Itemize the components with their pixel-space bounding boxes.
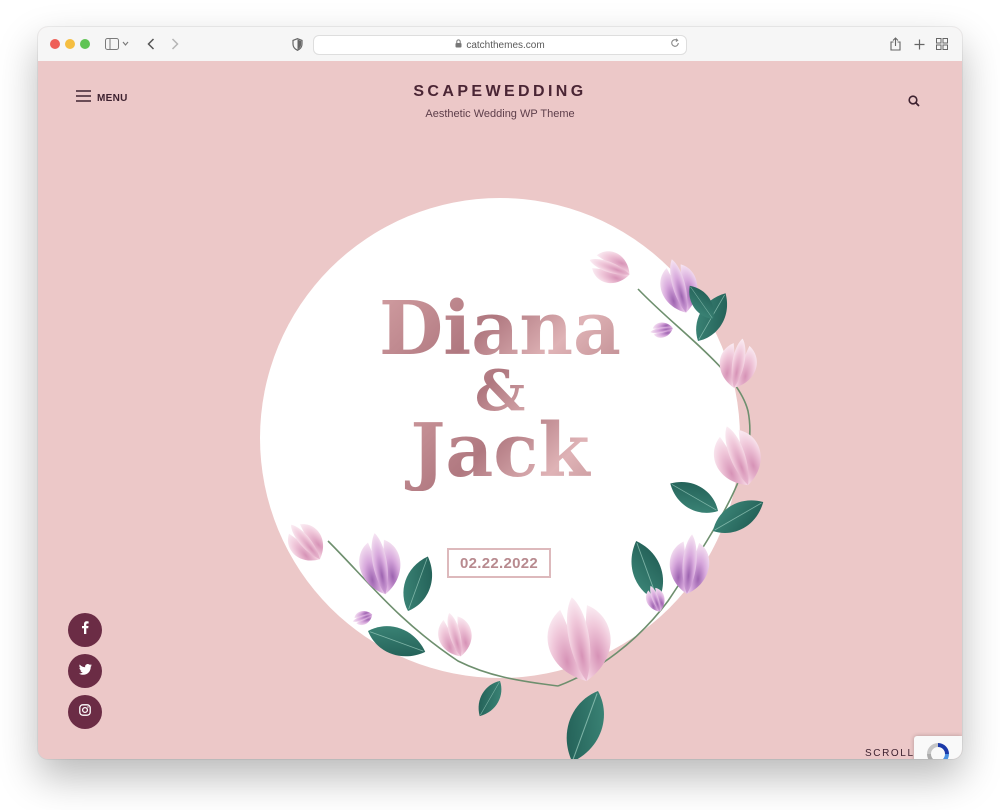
instagram-icon (79, 703, 91, 721)
website-page: MENU SCAPEWEDDING Aesthetic Wedding WP T… (38, 61, 962, 759)
sidebar-toggle-icon[interactable] (104, 35, 130, 53)
address-bar[interactable]: catchthemes.com (313, 35, 687, 55)
browser-window: catchthemes.com MENU SCAPEWEDDING Aesthe… (38, 27, 962, 759)
zoom-window-button[interactable] (80, 39, 90, 49)
privacy-shield-icon[interactable] (290, 35, 304, 53)
back-icon[interactable] (144, 35, 158, 53)
hero-name-1: Diana (358, 289, 642, 369)
site-tagline: Aesthetic Wedding WP Theme (425, 108, 575, 120)
instagram-link[interactable] (68, 695, 102, 729)
close-window-button[interactable] (50, 39, 60, 49)
share-icon[interactable] (888, 35, 902, 53)
recaptcha-badge[interactable] (914, 736, 962, 759)
tab-overview-icon[interactable] (935, 35, 949, 53)
browser-toolbar: catchthemes.com (38, 27, 962, 62)
search-icon (908, 94, 920, 111)
lock-icon (455, 39, 462, 51)
minimize-window-button[interactable] (65, 39, 75, 49)
facebook-link[interactable] (68, 613, 102, 647)
twitter-link[interactable] (68, 654, 102, 688)
wedding-date: 02.22.2022 (447, 548, 551, 578)
new-tab-icon[interactable] (912, 35, 926, 53)
facebook-icon (81, 621, 89, 639)
scroll-label: SCROLL (865, 747, 915, 759)
recaptcha-icon (924, 740, 952, 759)
search-button[interactable] (908, 94, 920, 112)
twitter-icon (78, 662, 92, 680)
url-text: catchthemes.com (466, 39, 545, 51)
forward-icon[interactable] (168, 35, 182, 53)
hero-name-2: Jack (358, 411, 642, 491)
site-title[interactable]: SCAPEWEDDING (38, 83, 962, 101)
reload-icon[interactable] (670, 38, 680, 51)
